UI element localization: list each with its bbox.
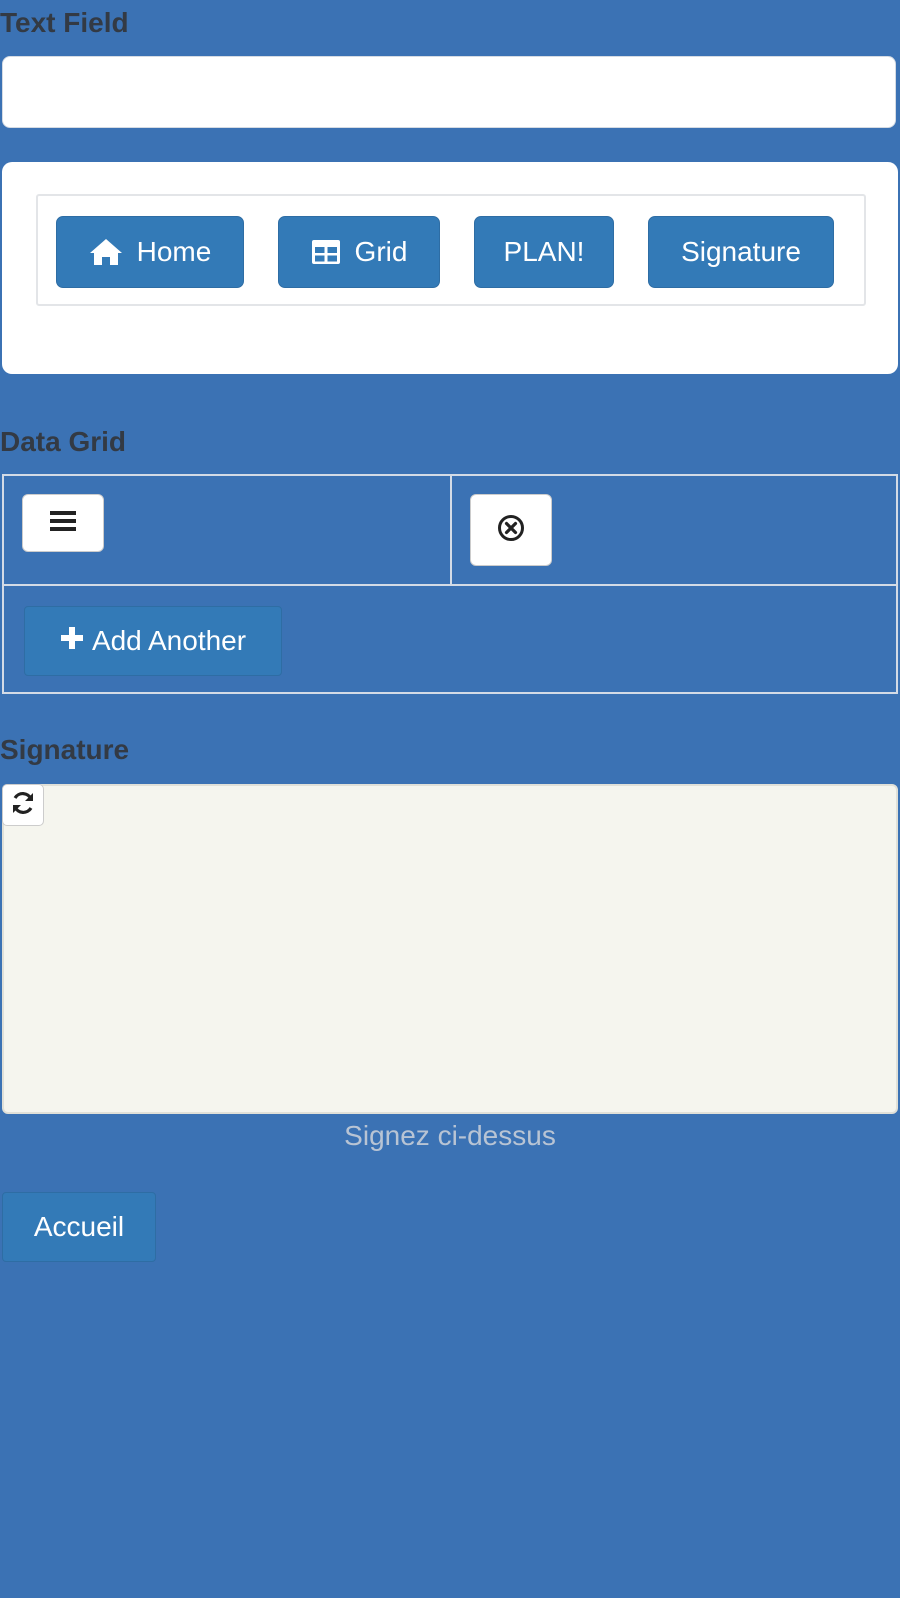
text-field-label: Text Field <box>0 7 129 38</box>
nav-panel: Home Grid PLAN! Signature <box>2 162 898 374</box>
data-grid-label: Data Grid <box>0 426 127 457</box>
add-another-button[interactable]: Add Another <box>24 606 282 676</box>
signature-refresh-button[interactable] <box>2 784 44 826</box>
home-button[interactable]: Home <box>56 216 244 288</box>
plan-button[interactable]: PLAN! <box>474 216 614 288</box>
text-field-input[interactable] <box>2 56 896 128</box>
grid-cell-divider <box>450 476 452 584</box>
home-button-label: Home <box>136 236 212 267</box>
grid-row-divider <box>4 584 896 586</box>
signature-hint: Signez ci-dessus <box>344 1120 556 1151</box>
plus-icon <box>60 625 84 657</box>
nav-button-group: Home Grid PLAN! Signature <box>36 194 866 306</box>
bars-icon <box>49 509 77 538</box>
row-menu-button[interactable] <box>22 494 104 552</box>
data-grid-table: Add Another <box>2 474 898 694</box>
accueil-button[interactable]: Accueil <box>2 1192 156 1262</box>
grid-button-label: Grid <box>354 236 408 267</box>
home-icon <box>89 238 123 266</box>
add-another-label: Add Another <box>91 625 247 656</box>
signature-nav-button[interactable]: Signature <box>648 216 834 288</box>
remove-circle-icon <box>497 514 525 547</box>
signature-label: Signature <box>0 734 130 765</box>
row-remove-button[interactable] <box>470 494 552 566</box>
signature-nav-button-label: Signature <box>681 236 801 267</box>
table-icon <box>311 239 341 265</box>
signature-pad[interactable] <box>2 784 898 1114</box>
refresh-icon <box>10 790 36 821</box>
plan-button-label: PLAN! <box>503 236 585 267</box>
grid-button[interactable]: Grid <box>278 216 440 288</box>
